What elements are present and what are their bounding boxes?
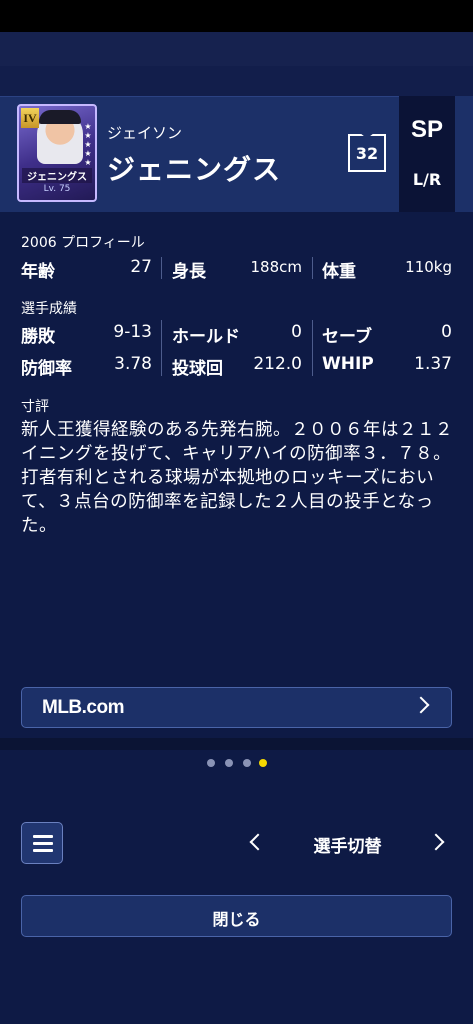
next-player-icon[interactable] <box>427 833 445 851</box>
review-text: 新人王獲得経験のある先発右腕。２００６年は２１２イニングを投げて、キャリアハイの… <box>21 420 453 536</box>
age-label: 年齢 <box>21 262 55 282</box>
star-icons: ★ ★ ★ ★ ★ <box>84 122 92 167</box>
close-button[interactable]: 閉じる <box>21 895 452 937</box>
ip-label: 投球回 <box>172 359 223 379</box>
top-band-secondary <box>0 66 473 96</box>
record-title: 選手成績 <box>21 301 77 317</box>
wl-value: 9-13 <box>113 322 152 342</box>
review-title: 寸評 <box>21 399 49 415</box>
divider <box>312 257 313 279</box>
card-rank-badge: IV <box>21 108 39 128</box>
header-edge <box>455 96 473 212</box>
ip-value: 212.0 <box>253 354 302 374</box>
card-level: Lv. 75 <box>43 184 71 194</box>
divider <box>312 320 313 376</box>
menu-button[interactable] <box>21 822 63 864</box>
weight-label: 体重 <box>322 262 356 282</box>
prev-player-icon[interactable] <box>249 833 267 851</box>
player-cap <box>39 110 81 124</box>
profile-title: 2006 プロフィール <box>21 235 145 251</box>
age-value: 27 <box>130 257 152 277</box>
section-divider <box>0 738 473 750</box>
player-last-name: ジェニングス <box>107 153 282 186</box>
close-button-label: 閉じる <box>212 910 261 929</box>
divider <box>161 257 162 279</box>
page-dot[interactable] <box>207 759 215 767</box>
top-band <box>0 32 473 66</box>
uniform-number: 32 <box>355 144 379 163</box>
whip-label: WHIP <box>322 354 374 374</box>
hamburger-icon <box>33 849 53 852</box>
handedness-label: L/R <box>412 170 442 189</box>
status-bar <box>0 0 473 32</box>
mlb-link-label: MLB.com <box>42 697 125 718</box>
era-value: 3.78 <box>114 354 152 374</box>
player-card-thumbnail[interactable]: IV ★ ★ ★ ★ ★ ジェニングス Lv. 75 <box>17 104 97 202</box>
page-dot-active[interactable] <box>259 759 267 767</box>
page-dot[interactable] <box>243 759 251 767</box>
divider <box>161 320 162 376</box>
player-first-name: ジェイソン <box>107 124 183 142</box>
height-label: 身長 <box>172 262 206 282</box>
era-label: 防御率 <box>21 359 72 379</box>
hamburger-icon <box>33 842 53 845</box>
hold-value: 0 <box>291 322 302 342</box>
switch-player-label: 選手切替 <box>313 837 382 857</box>
card-player-name: ジェニングス <box>22 168 92 183</box>
position-label: SP <box>410 116 443 143</box>
height-value: 188cm <box>250 258 303 276</box>
hold-label: ホールド <box>172 327 240 347</box>
save-label: セーブ <box>322 327 372 347</box>
position-panel <box>399 96 455 212</box>
wl-label: 勝敗 <box>21 327 55 347</box>
chevron-right-icon <box>412 696 430 714</box>
whip-value: 1.37 <box>414 354 452 374</box>
weight-value: 110kg <box>405 258 452 276</box>
page-dot[interactable] <box>225 759 233 767</box>
save-value: 0 <box>441 322 452 342</box>
mlb-link-button[interactable]: MLB.com <box>21 687 452 728</box>
hamburger-icon <box>33 835 53 838</box>
